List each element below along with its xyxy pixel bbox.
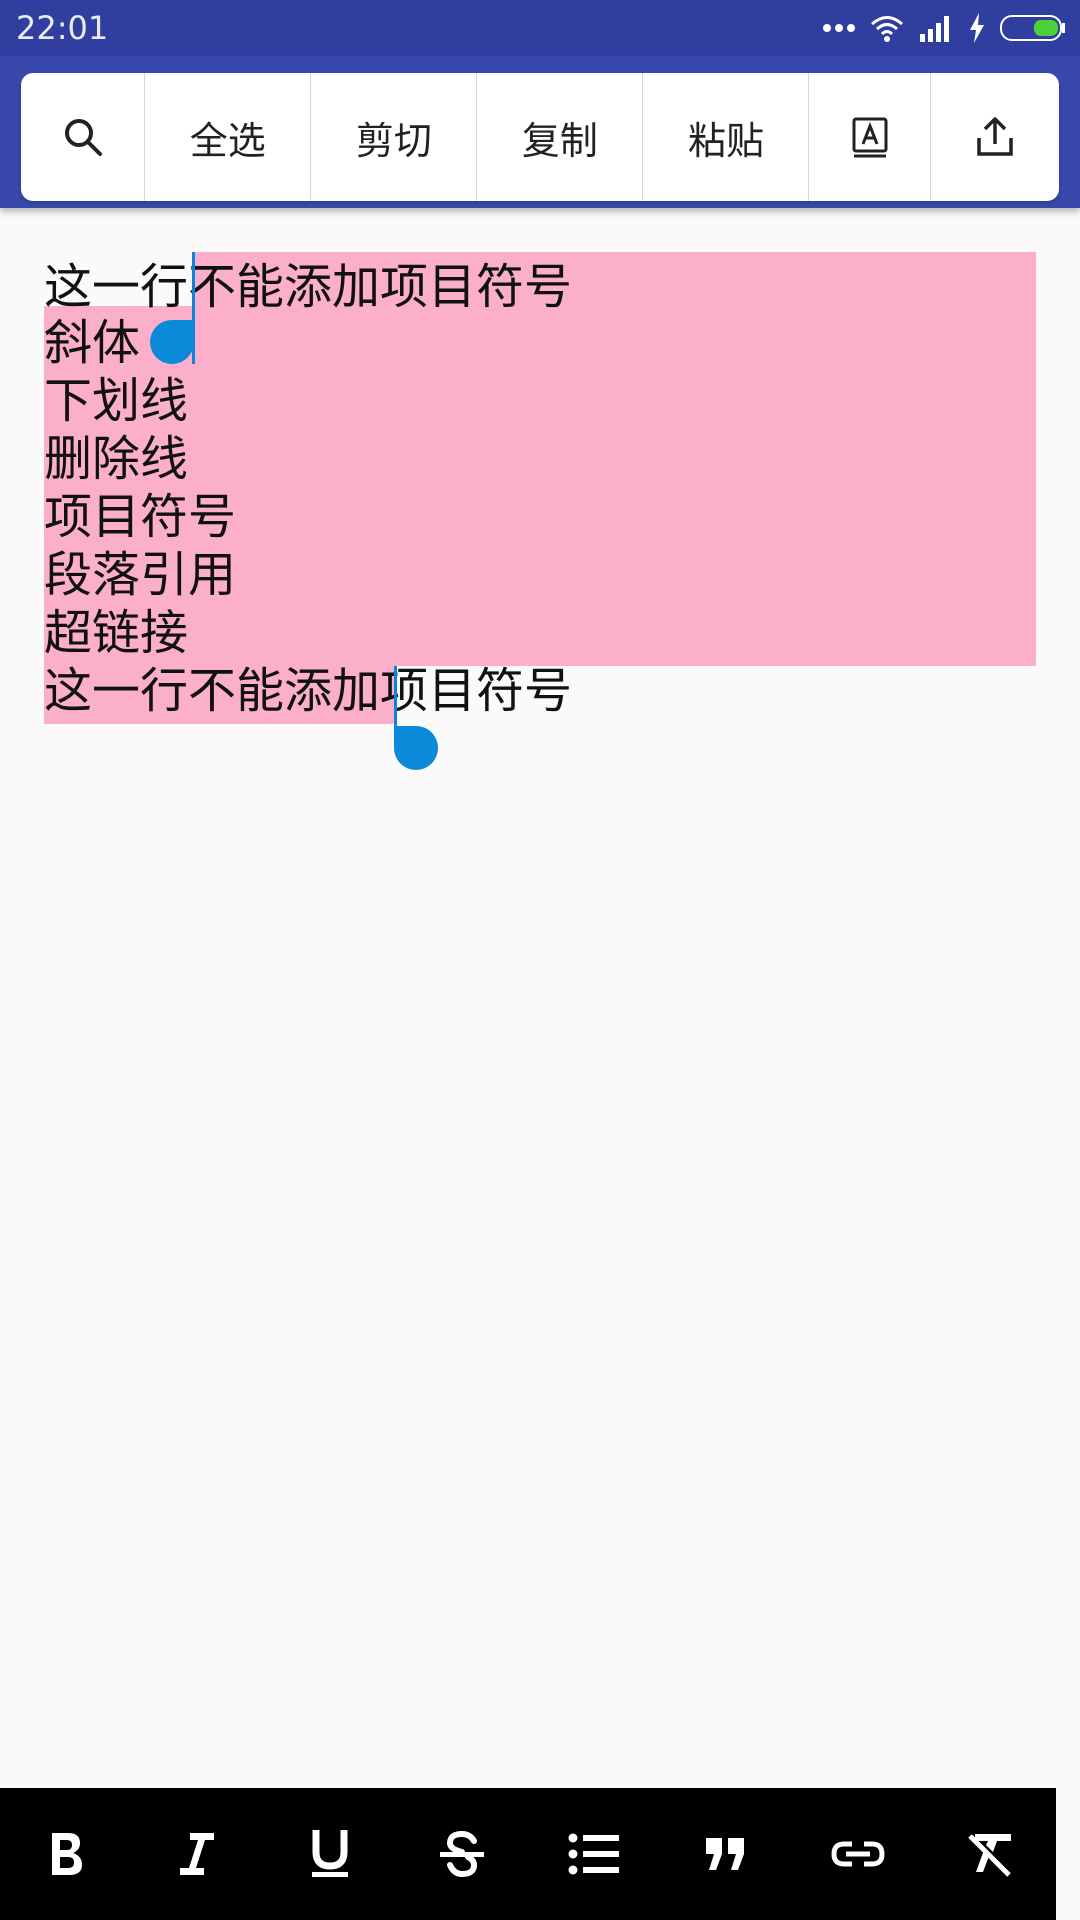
search-icon <box>64 119 102 156</box>
editor-line[interactable]: 这一行不能添加项目符号 <box>44 258 572 316</box>
bold-icon <box>52 1833 82 1875</box>
editor-line[interactable]: 斜体 <box>44 314 140 372</box>
copy-button[interactable]: 复制 <box>477 73 644 201</box>
editor-line[interactable]: 删除线 <box>44 430 188 488</box>
paste-button[interactable]: 粘贴 <box>643 73 810 201</box>
bold-button[interactable] <box>26 1814 106 1894</box>
selection-start-handle[interactable] <box>150 320 194 364</box>
italic-button[interactable] <box>158 1814 238 1894</box>
charging-icon <box>970 13 984 43</box>
text-assist-button[interactable] <box>809 73 931 201</box>
select-all-button[interactable]: 全选 <box>145 73 312 201</box>
signal-icon <box>920 16 949 42</box>
share-icon <box>977 117 1013 156</box>
strikethrough-icon <box>440 1830 484 1878</box>
selection-end-caret <box>394 666 397 732</box>
share-button[interactable] <box>931 73 1059 201</box>
wifi-icon <box>871 16 903 42</box>
text-action-menu: 全选 剪切 复制 粘贴 <box>21 73 1059 201</box>
quote-icon <box>706 1838 744 1870</box>
status-bar: 22:01 <box>0 0 1080 56</box>
status-icons <box>822 10 1066 46</box>
editor-line[interactable]: 这一行不能添加项目符号 <box>44 662 572 720</box>
status-time: 22:01 <box>16 9 109 47</box>
editor-line[interactable]: 项目符号 <box>44 488 236 546</box>
underline-icon <box>312 1830 348 1877</box>
editor-line[interactable]: 下划线 <box>44 372 188 430</box>
text-assist-icon <box>852 117 888 158</box>
screen-edge <box>1056 1788 1080 1920</box>
battery-icon <box>1000 15 1065 41</box>
bullet-list-icon <box>568 1833 619 1875</box>
strikethrough-button[interactable] <box>422 1814 502 1894</box>
editor-line[interactable]: 段落引用 <box>44 546 236 604</box>
italic-icon <box>180 1833 214 1875</box>
bullet-list-button[interactable] <box>554 1814 634 1894</box>
underline-button[interactable] <box>290 1814 370 1894</box>
cut-button[interactable]: 剪切 <box>311 73 478 201</box>
clear-format-button[interactable] <box>950 1814 1030 1894</box>
more-dots-icon <box>823 24 855 32</box>
quote-button[interactable] <box>686 1814 766 1894</box>
link-button[interactable] <box>818 1814 898 1894</box>
clear-format-icon <box>968 1834 1011 1877</box>
editor-line[interactable]: 超链接 <box>44 604 188 662</box>
selection-end-handle[interactable] <box>394 726 438 770</box>
format-toolbar <box>0 1788 1056 1920</box>
search-button[interactable] <box>21 73 146 201</box>
link-icon <box>831 1841 885 1867</box>
